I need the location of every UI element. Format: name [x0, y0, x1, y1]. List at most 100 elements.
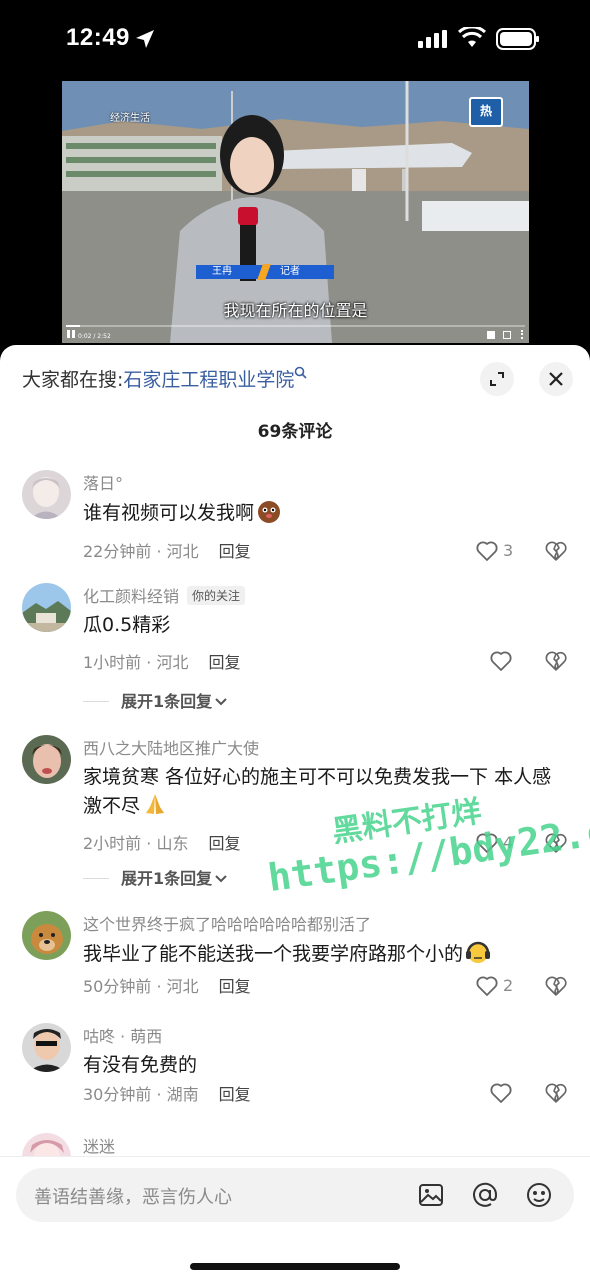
- avatar[interactable]: [22, 1023, 71, 1072]
- comment-location: 山东: [156, 834, 189, 853]
- video-controls: 0:02 / 2:52: [62, 323, 529, 343]
- reply-button[interactable]: 回复: [208, 834, 240, 853]
- video-subtitle: 我现在所在的位置是: [223, 301, 368, 320]
- broken-heart-icon: [545, 1083, 567, 1103]
- reply-button[interactable]: 回复: [219, 1085, 251, 1104]
- video-progress-fill: [66, 325, 80, 327]
- status-bar: 12:49: [0, 0, 590, 80]
- comment-username[interactable]: 化工颜料经销 你的关注: [83, 583, 246, 607]
- divider: [83, 701, 109, 702]
- comment-text: 瓜0.5精彩: [83, 614, 171, 636]
- volume-icon[interactable]: [487, 331, 495, 339]
- comment-location: 河北: [166, 977, 199, 996]
- heart-icon: [476, 833, 498, 853]
- search-suggestion-term[interactable]: 石家庄工程职业学院: [123, 369, 294, 391]
- like-count: 4: [503, 833, 514, 852]
- chevron-down-icon: [215, 698, 227, 706]
- dislike-button[interactable]: [544, 649, 568, 673]
- broken-heart-icon: [545, 976, 567, 996]
- broken-heart-icon: [545, 651, 567, 671]
- pause-icon[interactable]: [66, 329, 76, 339]
- comment-username[interactable]: 这个世界终于疯了哈哈哈哈哈哈都别活了: [83, 911, 371, 935]
- reporter-role: 记者: [280, 266, 300, 277]
- video-channel-label: 经济生活: [110, 113, 150, 124]
- chevron-down-icon: [215, 875, 227, 883]
- image-icon[interactable]: [416, 1180, 446, 1210]
- comment-username[interactable]: 咕咚 · 萌西: [83, 1023, 162, 1047]
- comment-location: 河北: [156, 653, 189, 672]
- reply-button[interactable]: 回复: [208, 653, 240, 672]
- video-progress-bar[interactable]: [66, 325, 525, 327]
- heart-icon: [476, 976, 498, 996]
- expand-replies-label: 展开1条回复: [121, 869, 213, 888]
- dislike-button[interactable]: [544, 539, 568, 563]
- comment-meta: 1小时前 · 河北 回复: [83, 653, 241, 672]
- avatar[interactable]: [22, 735, 71, 784]
- close-icon: [549, 372, 563, 386]
- signal-icon: [418, 30, 447, 48]
- praying-hands-emoji-icon: [146, 794, 165, 814]
- like-button[interactable]: [489, 1081, 549, 1107]
- like-button[interactable]: [489, 649, 549, 675]
- expand-replies-button[interactable]: 展开1条回复: [83, 865, 228, 889]
- broken-heart-icon: [545, 541, 567, 561]
- reporter-name-bar: 王冉 记者: [196, 264, 334, 280]
- comment-time: 2小时前: [83, 834, 142, 853]
- avatar[interactable]: [22, 470, 71, 519]
- expand-replies-button[interactable]: 展开1条回复: [83, 688, 228, 712]
- comment-input[interactable]: 善语结善缘，恶言伤人心: [16, 1168, 574, 1222]
- avatar[interactable]: [22, 583, 71, 632]
- like-count: 2: [503, 976, 514, 995]
- location-arrow-icon: [136, 30, 154, 48]
- dog-emoji-icon: [258, 501, 281, 523]
- emoji-icon[interactable]: [524, 1180, 554, 1210]
- comment-username[interactable]: 西八之大陆地区推广大使: [83, 735, 259, 759]
- comment-username[interactable]: 迷迷: [83, 1133, 115, 1157]
- comment-time: 22分钟前: [83, 542, 152, 561]
- reply-button[interactable]: 回复: [219, 542, 251, 561]
- comment-time: 30分钟前: [83, 1085, 152, 1104]
- like-count: 3: [503, 541, 514, 560]
- dislike-button[interactable]: [544, 974, 568, 998]
- like-button[interactable]: 3: [475, 539, 535, 565]
- divider: [83, 878, 109, 879]
- dislike-button[interactable]: [544, 1081, 568, 1105]
- comment-input-placeholder: 善语结善缘，恶言伤人心: [34, 1187, 232, 1208]
- comment-text: 谁有视频可以发我啊: [83, 498, 563, 527]
- comment-sheet: 大家都在搜:石家庄工程职业学院 69条评论 落日° 谁有视频可以发我啊 22分钟…: [0, 345, 590, 1280]
- search-suggestion[interactable]: 大家都在搜:石家庄工程职业学院: [22, 365, 308, 392]
- expand-icon: [490, 372, 504, 386]
- avatar[interactable]: [22, 911, 71, 960]
- at-icon[interactable]: [470, 1180, 500, 1210]
- comment-meta: 50分钟前 · 河北 回复: [83, 977, 251, 996]
- comment-meta: 2小时前 · 山东 回复: [83, 834, 241, 853]
- heart-icon: [476, 541, 498, 561]
- expand-replies-label: 展开1条回复: [121, 692, 213, 711]
- comment-location: 湖南: [166, 1085, 199, 1104]
- comment-username[interactable]: 落日°: [83, 470, 123, 494]
- like-button[interactable]: 4: [475, 831, 535, 857]
- name-bar-divider: [257, 264, 271, 280]
- comment-text-content: 谁有视频可以发我啊: [83, 502, 255, 524]
- fullscreen-icon[interactable]: [503, 331, 511, 339]
- home-indicator: [190, 1263, 400, 1270]
- comment-input-bar: 善语结善缘，恶言伤人心: [0, 1156, 590, 1280]
- expand-button[interactable]: [480, 362, 514, 396]
- comment-time: 50分钟前: [83, 977, 152, 996]
- reply-button[interactable]: 回复: [219, 977, 251, 996]
- heart-icon: [490, 651, 512, 671]
- comment-meta: 22分钟前 · 河北 回复: [83, 542, 251, 561]
- status-time: 12:49: [66, 24, 130, 51]
- comment-text-content: 我毕业了能不能送我一个我要学府路那个小的: [83, 943, 464, 965]
- like-button[interactable]: 2: [475, 974, 535, 1000]
- dislike-button[interactable]: [544, 831, 568, 855]
- video-time: 0:02 / 2:52: [78, 333, 111, 340]
- video-player[interactable]: 经济生活 热 王冉 记者 我现在所在的位置是 0:02 / 2:52: [62, 81, 529, 343]
- comment-count: 69条评论: [257, 422, 333, 442]
- more-icon[interactable]: [521, 330, 524, 339]
- comment-location: 河北: [166, 542, 199, 561]
- comment-text: 我毕业了能不能送我一个我要学府路那个小的: [83, 939, 563, 968]
- close-button[interactable]: [539, 362, 573, 396]
- reporter-name: 王冉: [212, 266, 232, 277]
- search-suggestion-prefix: 大家都在搜:: [22, 369, 124, 391]
